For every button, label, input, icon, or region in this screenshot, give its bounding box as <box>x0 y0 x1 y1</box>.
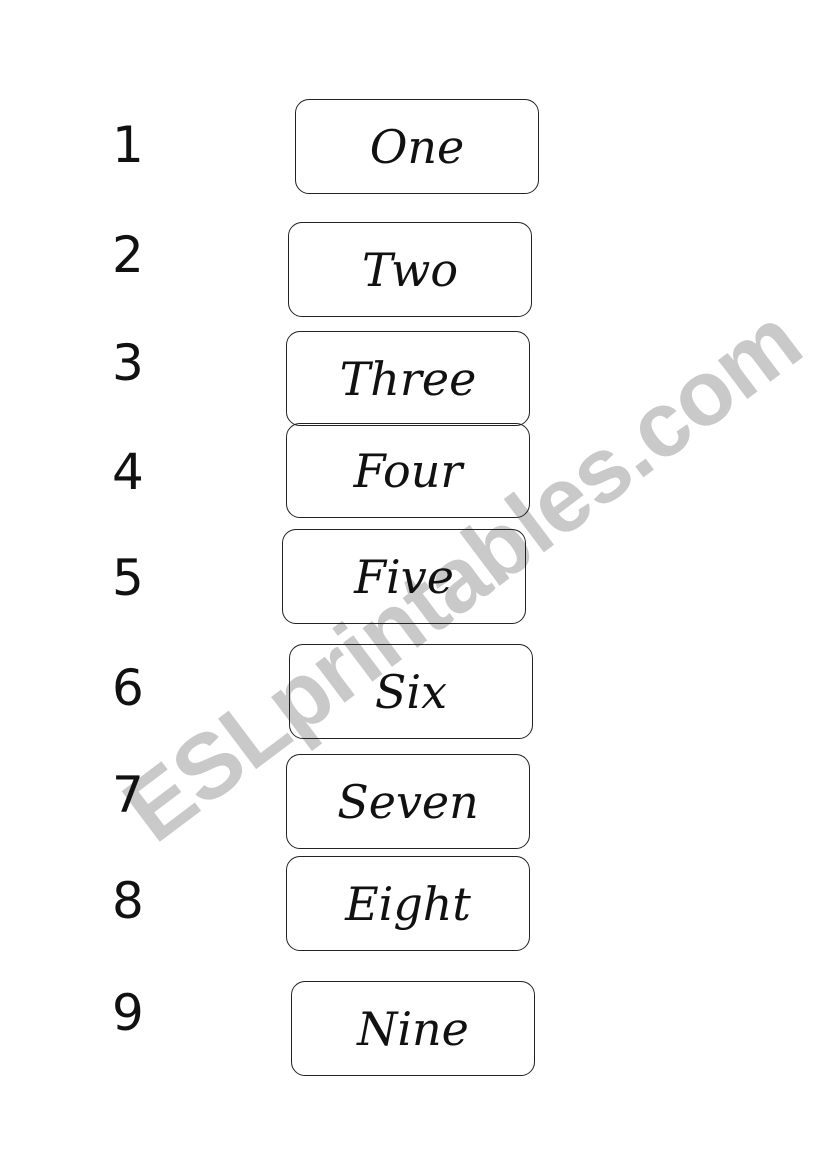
number-label: 8 <box>112 872 144 930</box>
word-card[interactable]: Five <box>282 529 526 624</box>
number-label: 4 <box>112 443 144 501</box>
word-card[interactable]: One <box>295 99 539 194</box>
number-label: 2 <box>112 226 144 284</box>
worksheet-page: ESLprintables.com 1 One 2 Two 3 Three 4 … <box>0 0 821 1161</box>
word-card[interactable]: Eight <box>286 856 530 951</box>
word-label: Seven <box>337 774 479 829</box>
word-label: One <box>369 119 465 174</box>
number-label: 7 <box>112 766 144 824</box>
word-label: Two <box>361 242 459 297</box>
word-label: Six <box>374 664 448 719</box>
number-label: 3 <box>112 334 144 392</box>
word-card[interactable]: Seven <box>286 754 530 849</box>
word-card[interactable]: Nine <box>291 981 535 1076</box>
word-card[interactable]: Two <box>288 222 532 317</box>
word-label: Three <box>339 351 477 406</box>
word-label: Eight <box>345 876 471 931</box>
word-card[interactable]: Three <box>286 331 530 426</box>
number-label: 9 <box>112 984 144 1042</box>
word-card[interactable]: Four <box>286 423 530 518</box>
number-label: 5 <box>112 549 144 607</box>
word-card[interactable]: Six <box>289 644 533 739</box>
number-label: 1 <box>112 116 144 174</box>
word-label: Four <box>353 443 463 498</box>
word-label: Nine <box>357 1001 469 1056</box>
word-label: Five <box>354 549 454 604</box>
number-label: 6 <box>112 659 144 717</box>
